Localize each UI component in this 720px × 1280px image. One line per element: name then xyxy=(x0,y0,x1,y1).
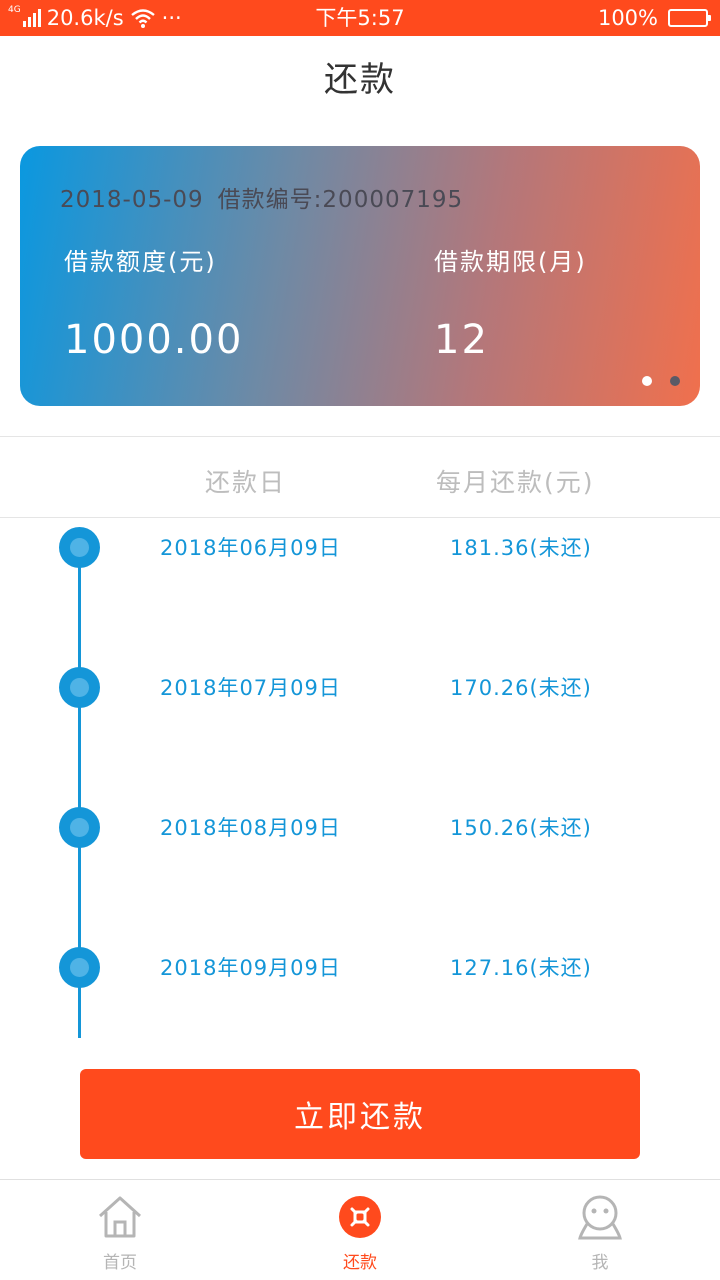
timeline-node-icon xyxy=(59,527,100,568)
nav-label-home: 首页 xyxy=(103,1253,137,1273)
nav-label-repay: 还款 xyxy=(343,1253,377,1273)
loan-amount-label: 借款额度(元) xyxy=(64,248,217,276)
row-date: 2018年07月09日 xyxy=(160,676,341,700)
timeline-node-icon xyxy=(59,667,100,708)
battery-icon xyxy=(668,9,711,27)
row-date: 2018年08月09日 xyxy=(160,816,341,840)
nav-label-me: 我 xyxy=(591,1253,609,1273)
nav-item-repay[interactable]: 还款 xyxy=(300,1194,420,1273)
status-bar: 4G 20.6k/s ··· 下午5:57 100% xyxy=(0,0,720,36)
schedule-row: 2018年06月09日 181.36(未还) xyxy=(0,518,720,578)
row-date: 2018年06月09日 xyxy=(160,536,341,560)
schedule-header: 还款日 每月还款(元) xyxy=(0,436,720,518)
loan-card[interactable]: 2018-05-09 借款编号:200007195 借款额度(元) 1000.00… xyxy=(20,146,700,406)
loan-date: 2018-05-09 xyxy=(60,187,204,213)
loan-term-block: 借款期限(月) 12 xyxy=(434,242,587,363)
pay-now-button[interactable]: 立即还款 xyxy=(80,1069,640,1159)
repayment-timeline: 2018年06月09日 181.36(未还) 2018年07月09日 170.2… xyxy=(0,518,720,1048)
schedule-row: 2018年07月09日 170.26(未还) xyxy=(0,658,720,718)
timeline-node-icon xyxy=(59,947,100,988)
row-date: 2018年09月09日 xyxy=(160,956,341,980)
loan-meta: 2018-05-09 借款编号:200007195 xyxy=(60,180,463,214)
schedule-row: 2018年08月09日 150.26(未还) xyxy=(0,798,720,858)
bottom-nav: 首页 还款 我 xyxy=(0,1179,720,1280)
row-amount: 150.26(未还) xyxy=(450,816,592,840)
timeline-node-icon xyxy=(59,807,100,848)
loan-term-label: 借款期限(月) xyxy=(434,248,587,276)
home-icon xyxy=(98,1196,142,1238)
row-amount: 170.26(未还) xyxy=(450,676,592,700)
nav-item-home[interactable]: 首页 xyxy=(60,1194,180,1273)
schedule-row: 2018年09月09日 127.16(未还) xyxy=(0,938,720,998)
loan-number: 借款编号:200007195 xyxy=(217,187,464,213)
card-pager[interactable] xyxy=(642,376,680,386)
loan-term-value: 12 xyxy=(434,317,489,363)
row-amount: 127.16(未还) xyxy=(450,956,592,980)
header-repay-date: 还款日 xyxy=(205,468,287,497)
user-icon xyxy=(578,1195,622,1240)
status-right: 100% xyxy=(597,4,711,32)
pager-dot-1[interactable] xyxy=(642,376,652,386)
battery-percent: 100% xyxy=(597,6,658,30)
nav-item-me[interactable]: 我 xyxy=(540,1194,660,1273)
page-title: 还款 xyxy=(324,60,396,100)
loan-amount-block: 借款额度(元) 1000.00 xyxy=(64,242,243,363)
row-amount: 181.36(未还) xyxy=(450,536,592,560)
header-monthly-amount: 每月还款(元) xyxy=(436,468,595,497)
repay-icon xyxy=(339,1196,381,1238)
pager-dot-2[interactable] xyxy=(670,376,680,386)
loan-amount-value: 1000.00 xyxy=(64,317,244,363)
